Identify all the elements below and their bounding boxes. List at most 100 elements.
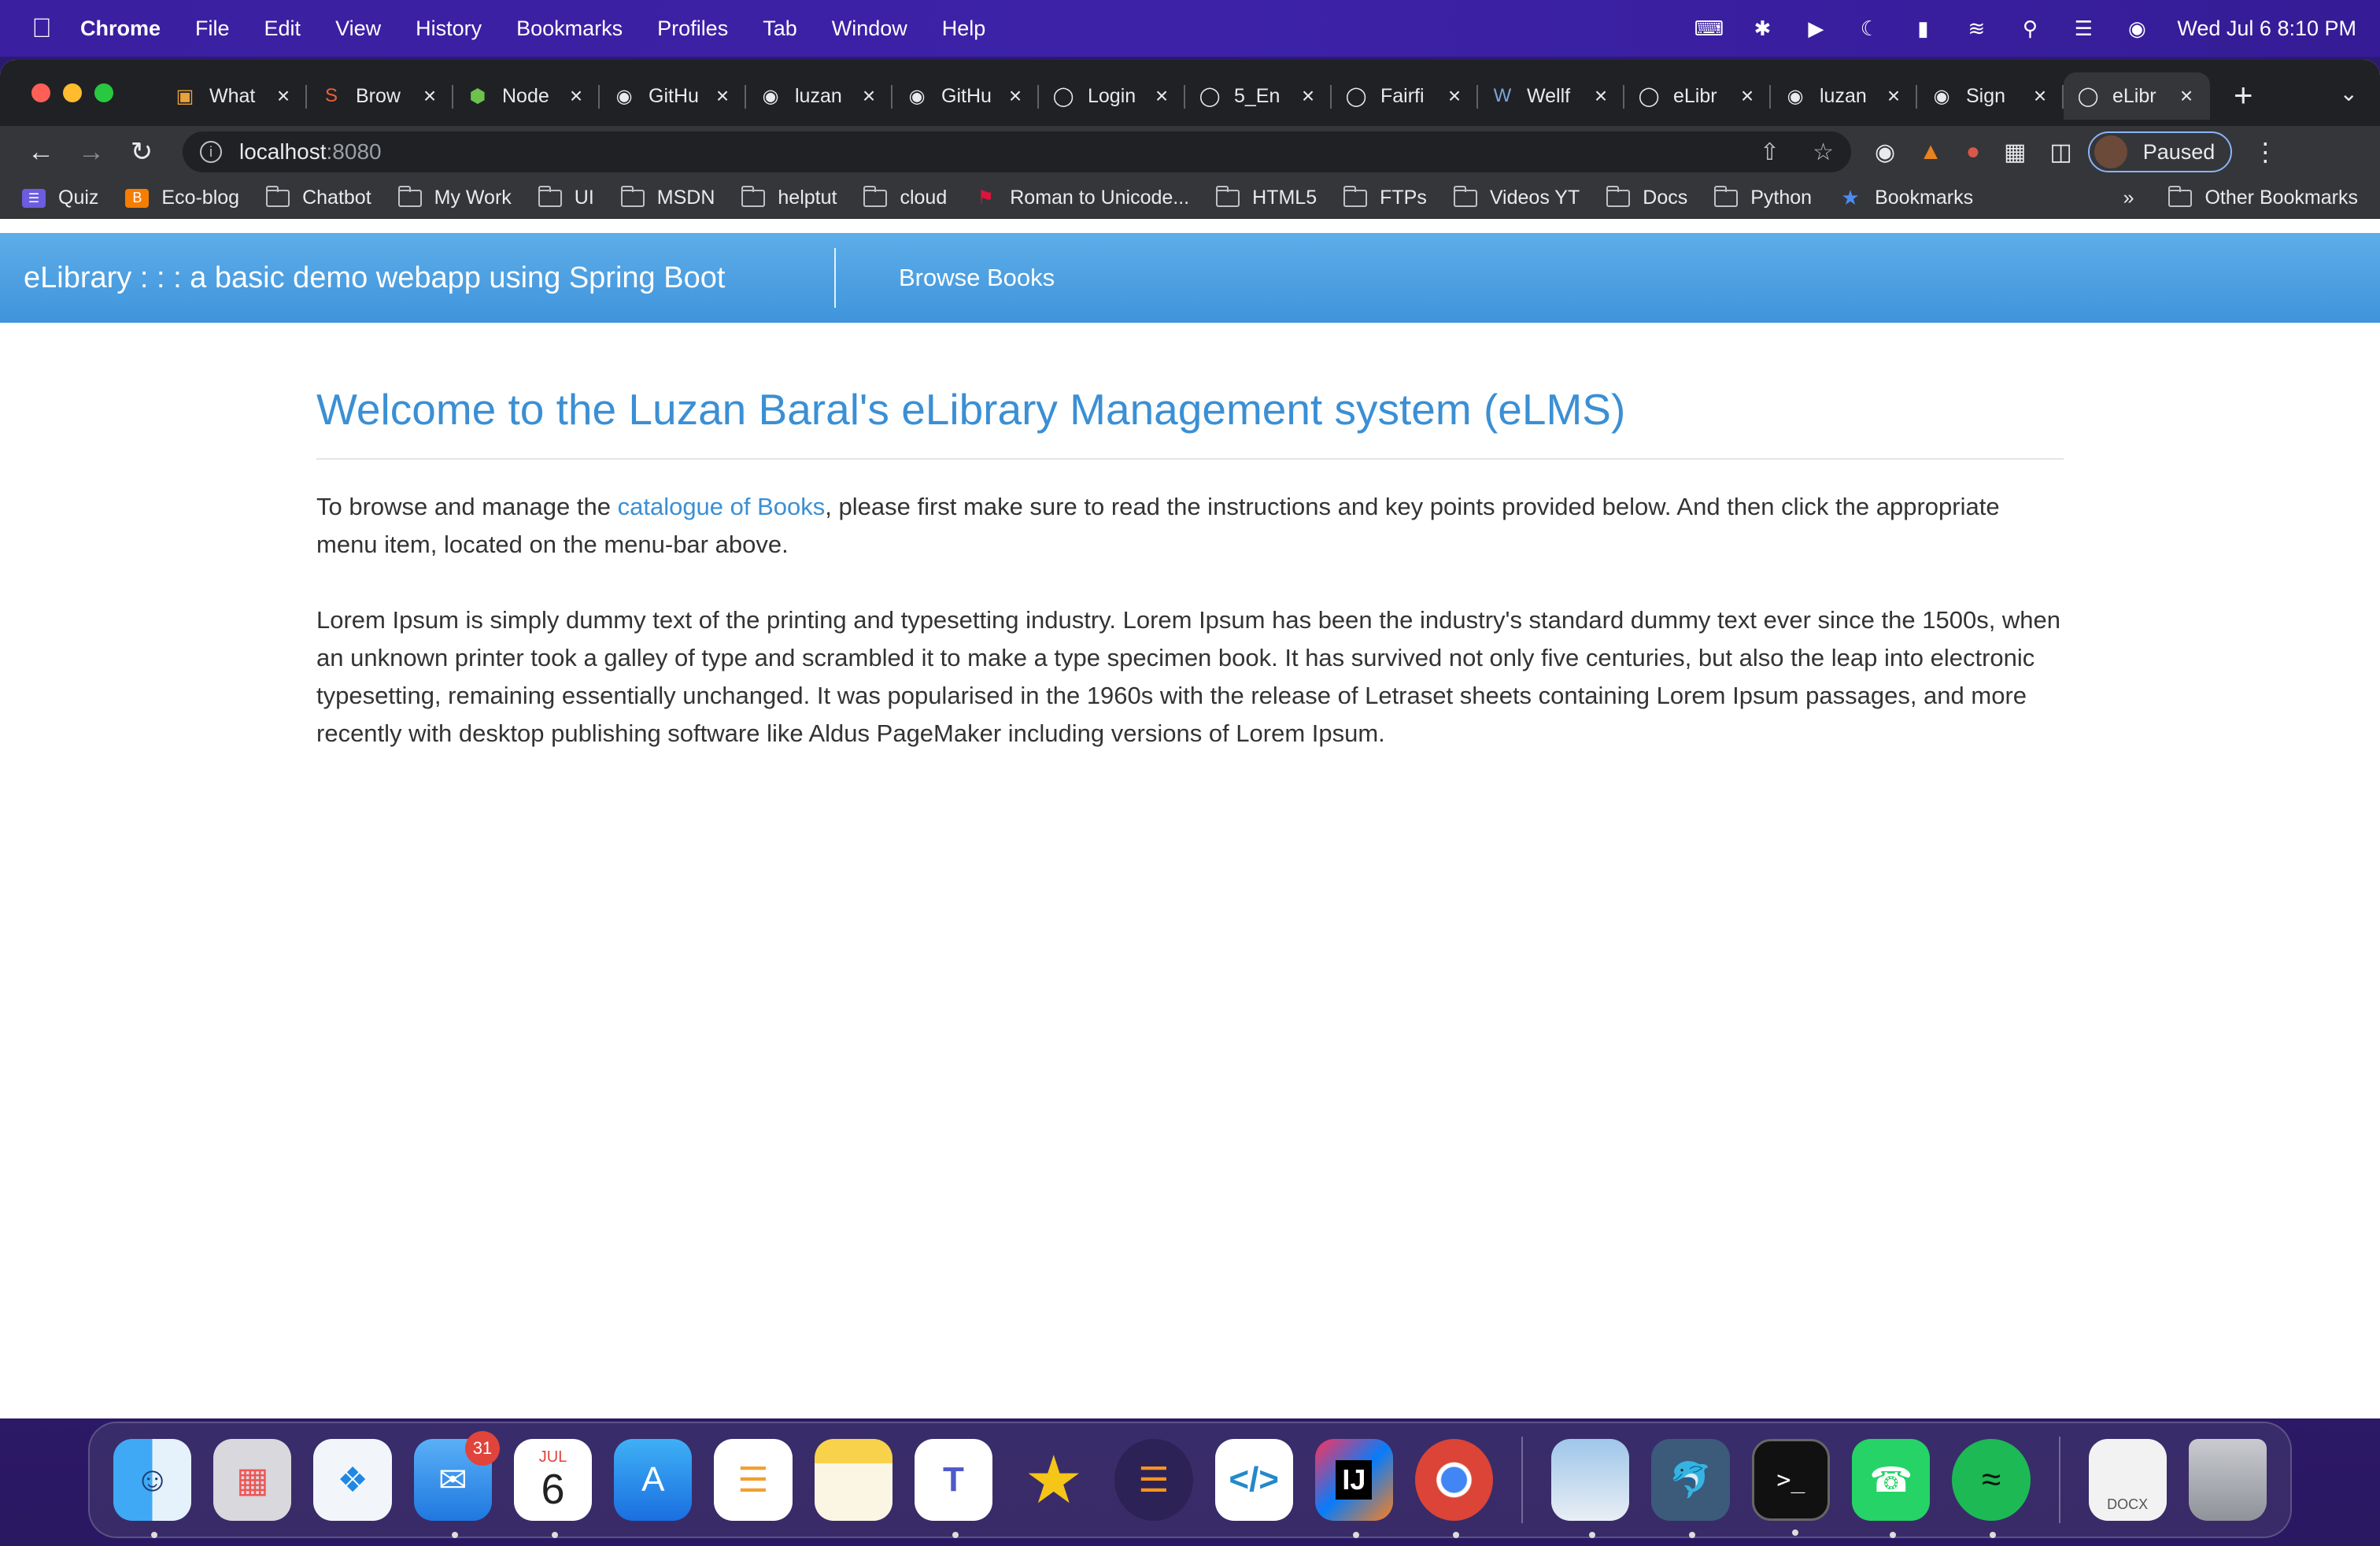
intellij-icon[interactable]: IJ (1314, 1439, 1394, 1538)
tab[interactable]: ◉ GitHu × (600, 72, 746, 120)
safari-icon[interactable]: ❖ (313, 1439, 392, 1521)
close-tab-icon[interactable]: × (1590, 83, 1612, 109)
close-tab-icon[interactable]: × (2175, 83, 2197, 109)
notes-icon[interactable] (814, 1439, 893, 1521)
mysql-workbench-icon[interactable]: 🐬 (1651, 1439, 1730, 1538)
bookmark-folder-html5[interactable]: HTML5 (1216, 185, 1317, 209)
close-tab-icon[interactable]: × (711, 83, 734, 109)
keyboard-icon[interactable]: ⌨ (1694, 17, 1724, 40)
side-panel-icon[interactable]: ◫ (2049, 139, 2071, 166)
bookmark-folder-helptut[interactable]: helptut (741, 185, 837, 209)
appstore-icon[interactable]: A (614, 1439, 693, 1521)
catalogue-link[interactable]: catalogue of Books (618, 493, 826, 520)
close-tab-icon[interactable]: × (565, 83, 587, 109)
close-window-button[interactable] (31, 83, 50, 102)
forward-button[interactable]: → (66, 137, 116, 168)
bookmark-roman-to-unicode[interactable]: ⚑ Roman to Unicode... (974, 187, 1189, 209)
extensions-puzzle-icon[interactable]: ▦ (2004, 139, 2026, 166)
tab-search-chevron-icon[interactable]: ⌄ (2340, 80, 2358, 106)
menu-tab[interactable]: Tab (763, 17, 797, 41)
menu-file[interactable]: File (195, 17, 230, 41)
bookmark-eco-blog[interactable]: B Eco-blog (125, 187, 239, 209)
whatsapp-icon[interactable]: ☎ (1852, 1439, 1931, 1538)
menu-window[interactable]: Window (832, 17, 907, 41)
tab[interactable]: ◉ luzan × (746, 72, 893, 120)
teams-icon[interactable]: T (914, 1439, 993, 1538)
vscode-icon[interactable]: </> (1214, 1439, 1293, 1521)
back-button[interactable]: ← (16, 137, 66, 168)
nav-browse-books-link[interactable]: Browse Books (899, 264, 1055, 292)
tab[interactable]: ◯ 5_En × (1185, 72, 1332, 120)
menubar-clock[interactable]: Wed Jul 6 8:10 PM (2177, 17, 2356, 41)
moon-icon[interactable]: ☾ (1856, 17, 1883, 40)
wifi-icon[interactable]: ≋ (1963, 17, 1990, 40)
bookmark-folder-chatbot[interactable]: Chatbot (266, 185, 371, 209)
site-brand[interactable]: eLibrary : : : a basic demo webapp using… (24, 261, 834, 295)
tab[interactable]: ◉ Sign × (1917, 72, 2064, 120)
star-app-icon[interactable]: ★ (1014, 1439, 1092, 1521)
close-tab-icon[interactable]: × (2029, 83, 2051, 109)
close-tab-icon[interactable]: × (858, 83, 880, 109)
tab[interactable]: W Wellf × (1478, 72, 1624, 120)
other-bookmarks-folder[interactable]: Other Bookmarks (2168, 185, 2358, 209)
bookmark-folder-msdn[interactable]: MSDN (620, 185, 715, 209)
play-icon[interactable]: ▶ (1802, 17, 1829, 40)
spotify-icon[interactable]: ≈ (1952, 1439, 2031, 1538)
launchpad-icon[interactable]: ▦ (213, 1439, 292, 1521)
menu-profiles[interactable]: Profiles (657, 17, 728, 41)
bluetooth-icon[interactable]: ✱ (1749, 17, 1776, 40)
site-info-icon[interactable]: i (200, 141, 222, 163)
bookmark-folder-python[interactable]: Python (1714, 185, 1812, 209)
mail-icon[interactable]: ✉ 31 (413, 1431, 500, 1538)
minimize-window-button[interactable] (63, 83, 82, 102)
close-tab-icon[interactable]: × (419, 83, 441, 109)
tab[interactable]: ◯ Login × (1039, 72, 1185, 120)
menu-help[interactable]: Help (942, 17, 986, 41)
close-tab-icon[interactable]: × (1151, 83, 1173, 109)
extension-lamp-icon[interactable]: ● (1966, 139, 1980, 165)
metamask-fox-icon[interactable]: ▲ (1919, 139, 1942, 165)
close-tab-icon[interactable]: × (1443, 83, 1465, 109)
tab[interactable]: ⬢ Node × (453, 72, 600, 120)
bookmark-folder-cloud[interactable]: cloud (863, 185, 947, 209)
menu-edit[interactable]: Edit (264, 17, 301, 41)
menu-app-chrome[interactable]: Chrome (80, 17, 161, 41)
profile-button[interactable]: Paused (2087, 131, 2233, 172)
menu-view[interactable]: View (335, 17, 381, 41)
menu-bookmarks[interactable]: Bookmarks (516, 17, 623, 41)
docx-icon[interactable]: DOCX (2088, 1439, 2167, 1521)
chrome-icon[interactable] (1415, 1439, 1494, 1538)
close-tab-icon[interactable]: × (272, 83, 294, 109)
close-tab-icon[interactable]: × (1004, 83, 1026, 109)
preview-icon[interactable] (1551, 1439, 1630, 1538)
apple-icon[interactable]:  (24, 13, 60, 44)
trash-icon[interactable] (2188, 1439, 2267, 1521)
tab[interactable]: ▣ What × (161, 72, 307, 120)
close-tab-icon[interactable]: × (1736, 83, 1758, 109)
zoom-window-button[interactable] (94, 83, 113, 102)
terminal-icon[interactable]: >_ (1751, 1439, 1831, 1536)
bookmark-quiz[interactable]: ☰ Quiz (22, 187, 98, 209)
bookmark-bookmarks[interactable]: ★ Bookmarks (1839, 186, 1973, 209)
new-tab-button[interactable]: + (2234, 76, 2253, 114)
close-tab-icon[interactable]: × (1883, 83, 1905, 109)
siri-icon[interactable]: ◉ (2123, 17, 2150, 40)
eclipse-icon[interactable]: ☰ (1114, 1439, 1193, 1521)
tab[interactable]: ◯ Fairfi × (1332, 72, 1478, 120)
chrome-menu-icon[interactable]: ⋮ (2252, 137, 2278, 167)
tab[interactable]: ◉ GitHu × (893, 72, 1039, 120)
extension-glasses-icon[interactable]: ◉ (1875, 139, 1895, 166)
share-icon[interactable]: ⇧ (1760, 139, 1779, 166)
spotlight-search-icon[interactable]: ⚲ (2016, 17, 2043, 40)
control-center-icon[interactable]: ☰ (2070, 17, 2097, 40)
bookmark-folder-my-work[interactable]: My Work (397, 185, 512, 209)
bookmark-folder-ftps[interactable]: FTPs (1343, 185, 1427, 209)
bookmark-star-icon[interactable]: ☆ (1813, 139, 1834, 166)
battery-icon[interactable]: ▮ (1909, 17, 1936, 40)
tab[interactable]: S Brow × (307, 72, 453, 120)
tab[interactable]: ◉ luzan × (1771, 72, 1917, 120)
close-tab-icon[interactable]: × (1297, 83, 1319, 109)
address-bar[interactable]: i localhost:8080 ⇧ ☆ (183, 131, 1851, 172)
menu-history[interactable]: History (416, 17, 482, 41)
more-bookmarks-button[interactable]: » (2123, 187, 2134, 209)
